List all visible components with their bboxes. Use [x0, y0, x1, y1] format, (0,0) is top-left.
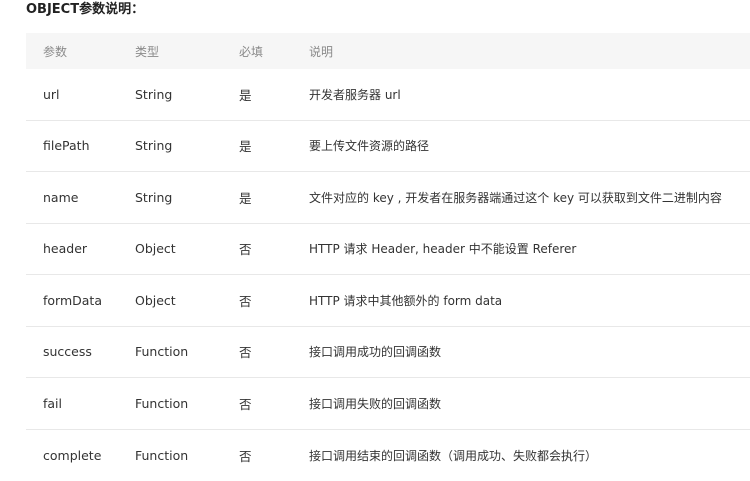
param-name: header	[26, 241, 135, 256]
param-type: Object	[135, 293, 239, 308]
table-row: url String 是 开发者服务器 url	[26, 69, 750, 121]
column-header-description: 说明	[309, 43, 750, 60]
param-type: Function	[135, 344, 239, 359]
param-required: 否	[239, 342, 309, 361]
table-row: name String 是 文件对应的 key , 开发者在服务器端通过这个 k…	[26, 172, 750, 224]
param-description: HTTP 请求中其他额外的 form data	[309, 292, 750, 309]
param-type: Object	[135, 241, 239, 256]
param-required: 是	[239, 136, 309, 155]
param-name: fail	[26, 396, 135, 411]
table-row: formData Object 否 HTTP 请求中其他额外的 form dat…	[26, 275, 750, 327]
table-row: success Function 否 接口调用成功的回调函数	[26, 327, 750, 379]
table-row: fail Function 否 接口调用失败的回调函数	[26, 378, 750, 430]
param-name: url	[26, 87, 135, 102]
param-required: 否	[239, 239, 309, 258]
param-type: Function	[135, 448, 239, 463]
param-required: 是	[239, 188, 309, 207]
table-row: header Object 否 HTTP 请求 Header, header 中…	[26, 224, 750, 276]
table-row: complete Function 否 接口调用结束的回调函数（调用成功、失败都…	[26, 430, 750, 481]
param-description: 文件对应的 key , 开发者在服务器端通过这个 key 可以获取到文件二进制内…	[309, 189, 750, 206]
param-type: Function	[135, 396, 239, 411]
column-header-type: 类型	[135, 43, 239, 60]
param-type: String	[135, 138, 239, 153]
page-title: OBJECT参数说明：	[26, 2, 144, 18]
param-description: 接口调用成功的回调函数	[309, 343, 750, 360]
param-description: 接口调用失败的回调函数	[309, 395, 750, 412]
param-description: 开发者服务器 url	[309, 86, 750, 103]
param-required: 否	[239, 446, 309, 465]
param-required: 否	[239, 291, 309, 310]
param-name: success	[26, 344, 135, 359]
table-row: filePath String 是 要上传文件资源的路径	[26, 121, 750, 173]
param-name: formData	[26, 293, 135, 308]
param-name: complete	[26, 448, 135, 463]
param-name: name	[26, 190, 135, 205]
param-type: String	[135, 190, 239, 205]
param-type: String	[135, 87, 239, 102]
param-required: 是	[239, 85, 309, 104]
param-name: filePath	[26, 138, 135, 153]
params-table: 参数 类型 必填 说明 url String 是 开发者服务器 url file…	[26, 33, 750, 481]
column-header-param: 参数	[26, 43, 135, 60]
column-header-required: 必填	[239, 43, 309, 60]
param-description: 接口调用结束的回调函数（调用成功、失败都会执行）	[309, 447, 750, 464]
param-required: 否	[239, 394, 309, 413]
table-header: 参数 类型 必填 说明	[26, 33, 750, 69]
param-description: HTTP 请求 Header, header 中不能设置 Referer	[309, 240, 750, 257]
param-description: 要上传文件资源的路径	[309, 137, 750, 154]
